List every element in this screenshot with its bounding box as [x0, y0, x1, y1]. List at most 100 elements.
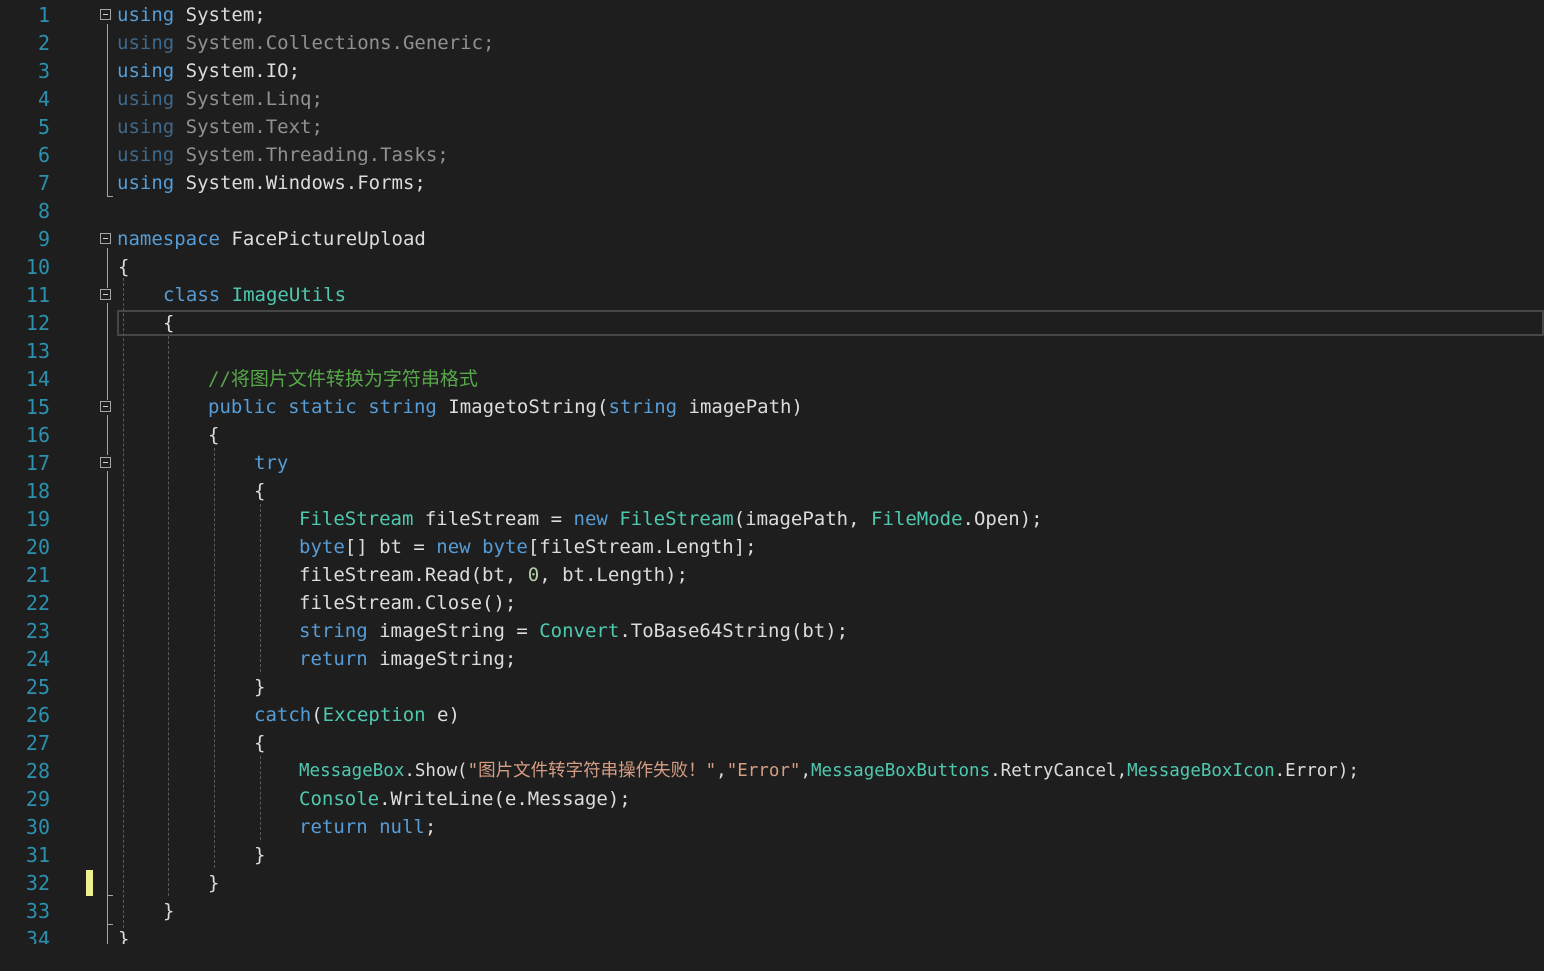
code-line[interactable]: 7 using System.Windows.Forms;: [0, 169, 1544, 197]
line-number: 5: [37, 115, 50, 139]
code-text[interactable]: Console.WriteLine(e.Message);: [299, 785, 631, 813]
code-line[interactable]: 10 {: [0, 253, 1544, 281]
code-text[interactable]: return null;: [299, 813, 436, 841]
code-line[interactable]: 34 }: [0, 925, 1544, 944]
line-number: 25: [25, 675, 50, 699]
line-number: 16: [25, 423, 50, 447]
code-line[interactable]: 9 namespace FacePictureUpload: [0, 225, 1544, 253]
code-editor[interactable]: 1 using System; 2 using System.Collectio…: [0, 0, 1544, 944]
code-line[interactable]: 4 using System.Linq;: [0, 85, 1544, 113]
line-number: 11: [25, 283, 50, 307]
code-line[interactable]: 12 {: [0, 309, 1544, 337]
line-number: 4: [37, 87, 50, 111]
code-text[interactable]: using System.Windows.Forms;: [117, 169, 426, 197]
line-number: 24: [25, 647, 50, 671]
code-line[interactable]: 32 }: [0, 869, 1544, 897]
code-text[interactable]: using System.Text;: [117, 113, 323, 141]
line-number: 8: [37, 199, 50, 223]
code-line[interactable]: 6 using System.Threading.Tasks;: [0, 141, 1544, 169]
code-text[interactable]: return imageString;: [299, 645, 516, 673]
line-number: 19: [25, 507, 50, 531]
line-number: 20: [25, 535, 50, 559]
line-number: 3: [37, 59, 50, 83]
code-line[interactable]: 3 using System.IO;: [0, 57, 1544, 85]
line-number: 10: [25, 255, 50, 279]
code-text[interactable]: }: [254, 673, 265, 701]
line-number: 2: [37, 31, 50, 55]
line-number: 9: [37, 227, 50, 251]
line-number: 14: [25, 367, 50, 391]
code-line[interactable]: 22 fileStream.Close();: [0, 589, 1544, 617]
code-text[interactable]: }: [254, 841, 265, 869]
code-text[interactable]: {: [208, 421, 219, 449]
code-line[interactable]: 23 string imageString = Convert.ToBase64…: [0, 617, 1544, 645]
code-text[interactable]: public static string ImagetoString(strin…: [208, 393, 803, 421]
code-text[interactable]: }: [163, 897, 174, 925]
code-line[interactable]: 1 using System;: [0, 1, 1544, 29]
code-text[interactable]: using System.Collections.Generic;: [117, 29, 495, 57]
code-text[interactable]: catch(Exception e): [254, 701, 460, 729]
line-number: 1: [37, 3, 50, 27]
code-line[interactable]: 5 using System.Text;: [0, 113, 1544, 141]
code-text[interactable]: using System;: [117, 1, 266, 29]
code-text[interactable]: MessageBox.Show("图片文件转字符串操作失败！","Error",…: [299, 757, 1359, 785]
code-text[interactable]: using System.Threading.Tasks;: [117, 141, 449, 169]
code-text[interactable]: {: [254, 729, 265, 757]
code-line[interactable]: 30 return null;: [0, 813, 1544, 841]
line-number: 23: [25, 619, 50, 643]
code-text[interactable]: {: [118, 253, 129, 281]
editor-bottom-strip: [0, 944, 1544, 971]
code-text[interactable]: namespace FacePictureUpload: [117, 225, 426, 253]
line-number: 12: [25, 311, 50, 335]
code-line[interactable]: 15 public static string ImagetoString(st…: [0, 393, 1544, 421]
code-text[interactable]: try: [254, 449, 288, 477]
code-text[interactable]: using System.IO;: [117, 57, 300, 85]
code-text[interactable]: FileStream fileStream = new FileStream(i…: [299, 505, 1043, 533]
code-text[interactable]: class ImageUtils: [163, 281, 346, 309]
code-line[interactable]: 33 }: [0, 897, 1544, 925]
code-line[interactable]: 17 try: [0, 449, 1544, 477]
code-line[interactable]: 25 }: [0, 673, 1544, 701]
code-text[interactable]: }: [118, 925, 129, 944]
code-text[interactable]: fileStream.Close();: [299, 589, 516, 617]
code-text[interactable]: byte[] bt = new byte[fileStream.Length];: [299, 533, 757, 561]
line-number: 28: [25, 759, 50, 783]
code-line[interactable]: 11 class ImageUtils: [0, 281, 1544, 309]
code-line[interactable]: 31 }: [0, 841, 1544, 869]
line-number: 27: [25, 731, 50, 755]
code-line[interactable]: 26 catch(Exception e): [0, 701, 1544, 729]
code-line[interactable]: 13: [0, 337, 1544, 365]
code-line[interactable]: 8: [0, 197, 1544, 225]
line-number: 13: [25, 339, 50, 363]
code-line[interactable]: 16 {: [0, 421, 1544, 449]
line-number: 30: [25, 815, 50, 839]
code-line[interactable]: 18 {: [0, 477, 1544, 505]
line-number: 21: [25, 563, 50, 587]
line-number: 22: [25, 591, 50, 615]
code-line[interactable]: 20 byte[] bt = new byte[fileStream.Lengt…: [0, 533, 1544, 561]
code-text[interactable]: {: [163, 309, 174, 337]
code-text[interactable]: using System.Linq;: [117, 85, 323, 113]
code-text[interactable]: {: [254, 477, 265, 505]
code-line[interactable]: 28 MessageBox.Show("图片文件转字符串操作失败！","Erro…: [0, 757, 1544, 785]
code-line[interactable]: 21 fileStream.Read(bt, 0, bt.Length);: [0, 561, 1544, 589]
code-text[interactable]: fileStream.Read(bt, 0, bt.Length);: [299, 561, 688, 589]
code-text[interactable]: string imageString = Convert.ToBase64Str…: [299, 617, 848, 645]
line-number: 26: [25, 703, 50, 727]
line-number: 15: [25, 395, 50, 419]
line-number: 29: [25, 787, 50, 811]
line-number: 18: [25, 479, 50, 503]
code-line[interactable]: 29 Console.WriteLine(e.Message);: [0, 785, 1544, 813]
code-line[interactable]: 24 return imageString;: [0, 645, 1544, 673]
code-comment[interactable]: //将图片文件转换为字符串格式: [208, 365, 478, 393]
code-text[interactable]: }: [208, 869, 219, 897]
code-line[interactable]: 19 FileStream fileStream = new FileStrea…: [0, 505, 1544, 533]
line-number: 33: [25, 899, 50, 923]
line-number: 6: [37, 143, 50, 167]
line-number: 32: [25, 871, 50, 895]
code-line[interactable]: 14 //将图片文件转换为字符串格式: [0, 365, 1544, 393]
line-number: 17: [25, 451, 50, 475]
line-number: 31: [25, 843, 50, 867]
code-line[interactable]: 27 {: [0, 729, 1544, 757]
code-line[interactable]: 2 using System.Collections.Generic;: [0, 29, 1544, 57]
